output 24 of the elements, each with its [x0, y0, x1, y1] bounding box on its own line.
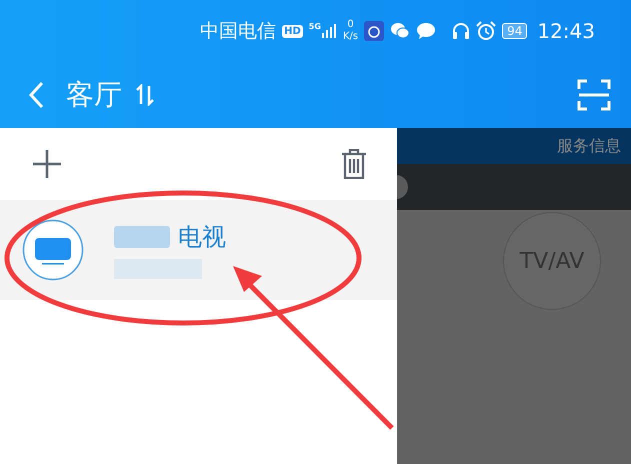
- scan-icon[interactable]: [577, 79, 611, 111]
- message-icon: [416, 22, 436, 40]
- carrier-name: 中国电信: [200, 19, 276, 44]
- device-name: 电视: [178, 222, 226, 253]
- headphones-icon: [452, 22, 470, 40]
- network-label: 5G: [308, 22, 321, 30]
- service-info-label[interactable]: 服务信息: [557, 136, 621, 156]
- trash-icon[interactable]: [341, 149, 367, 179]
- signal-icon: [320, 23, 337, 39]
- add-icon[interactable]: [32, 149, 62, 179]
- alarm-clock-icon: [476, 21, 496, 41]
- room-title[interactable]: 客厅: [66, 76, 122, 114]
- hd-badge: HD: [282, 24, 303, 38]
- device-list-item[interactable]: 电视: [0, 200, 397, 300]
- tv-icon: [22, 219, 84, 281]
- blurred-text: [114, 226, 170, 248]
- sort-icon[interactable]: [136, 84, 154, 106]
- back-icon[interactable]: [28, 81, 44, 109]
- speed-unit: K/s: [342, 31, 358, 43]
- chat-bubbles-icon: [390, 22, 410, 40]
- clock-time: 12:43: [537, 19, 595, 43]
- app-icon: [364, 21, 384, 41]
- battery-indicator: 94: [502, 23, 528, 39]
- speed-value: 0: [347, 19, 354, 31]
